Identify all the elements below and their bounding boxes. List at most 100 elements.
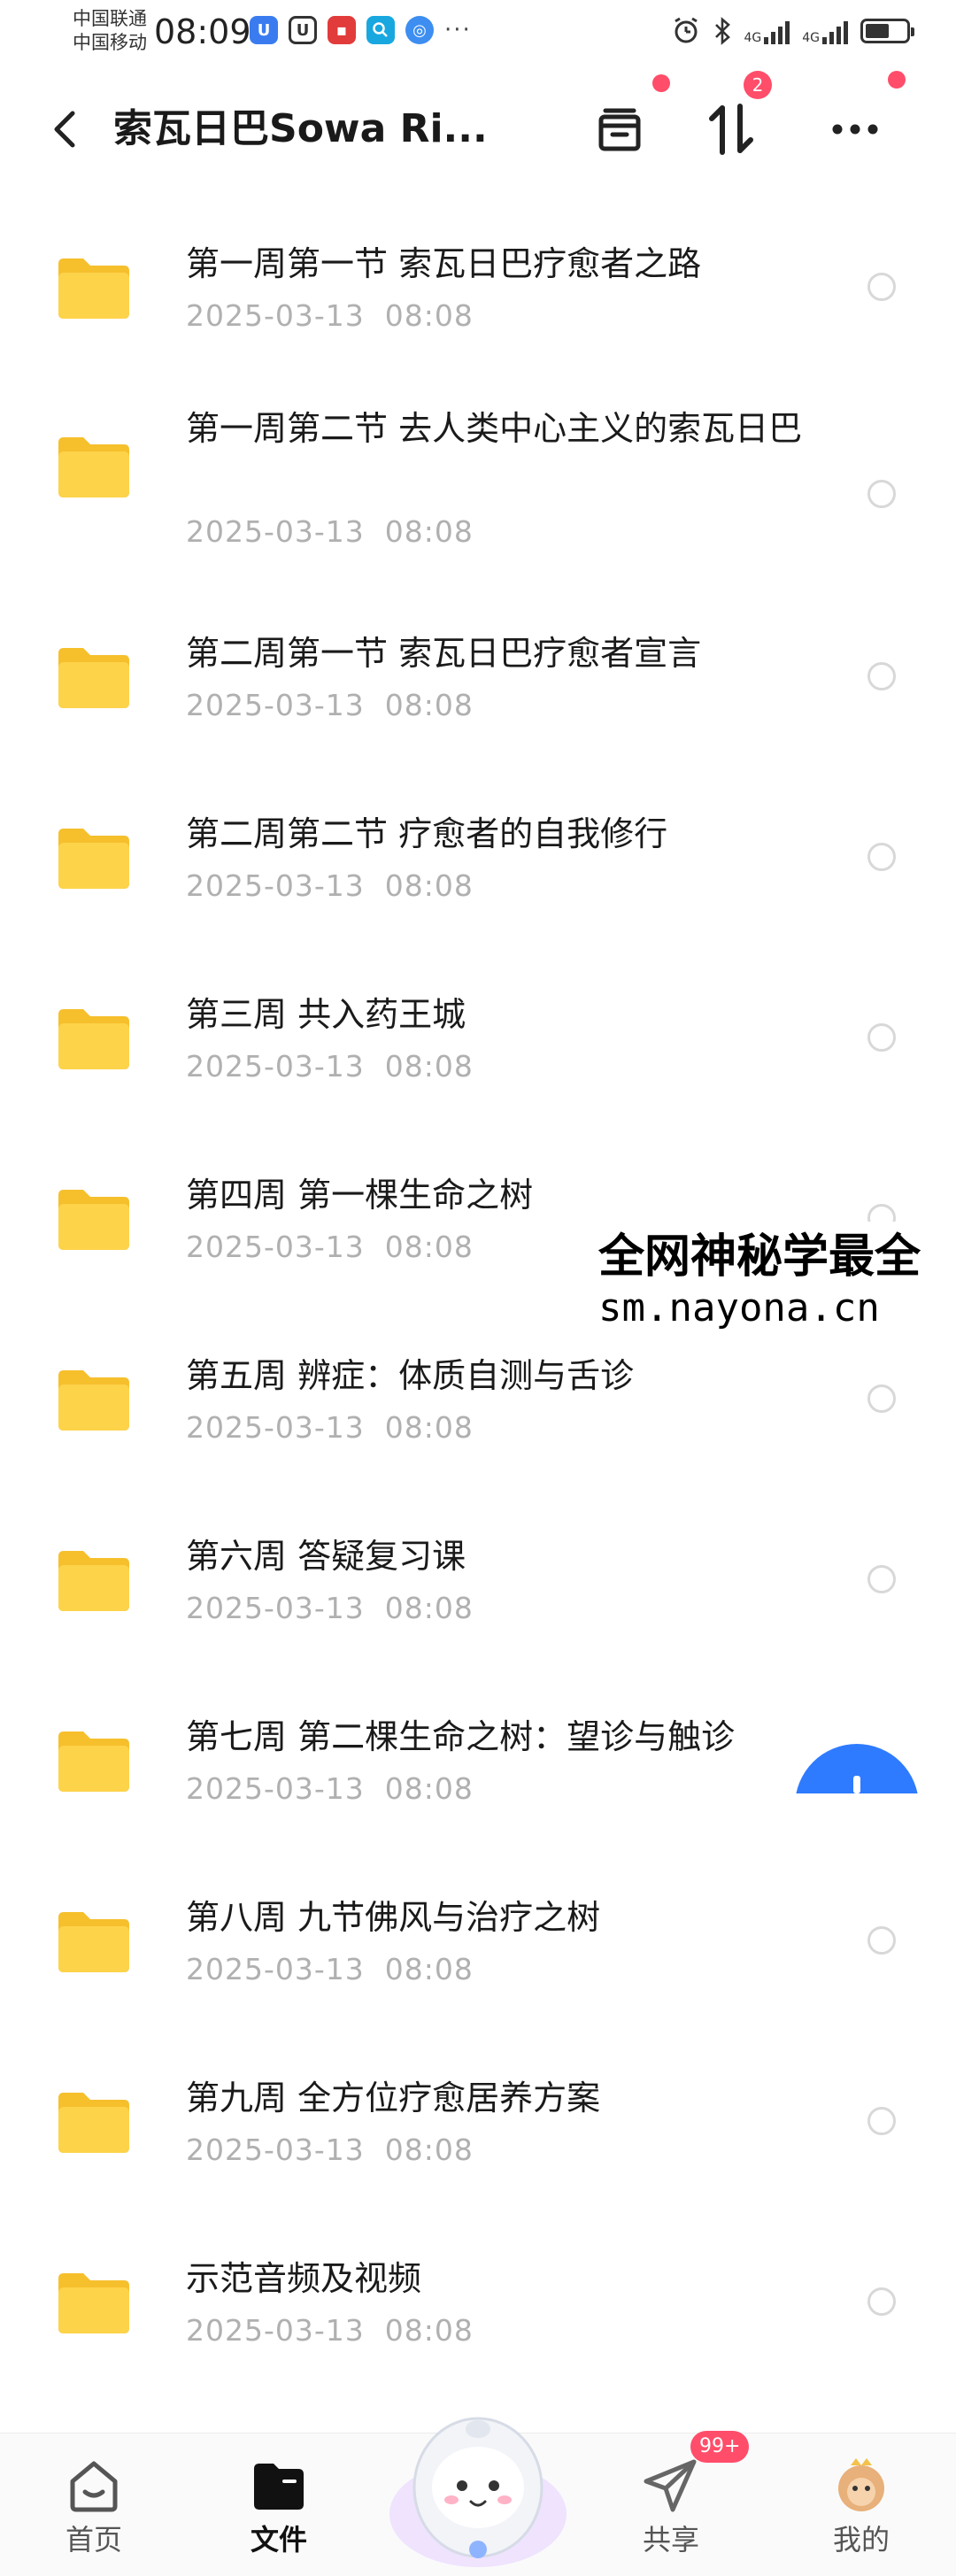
more-dots-icon: [832, 124, 878, 135]
upload-arrow-icon: [853, 1776, 860, 1793]
page-title: 索瓦日巴Sowa Ri...: [113, 106, 488, 151]
carrier-2: 中国移动: [73, 32, 147, 53]
select-radio[interactable]: [867, 480, 896, 508]
folder-icon: [58, 1370, 129, 1431]
sort-badge: 2: [744, 71, 772, 99]
file-name: 第七周 第二棵生命之树：望诊与触诊: [186, 1717, 736, 1756]
sort-arrows-icon: [709, 104, 753, 155]
app-screen: 中国联通 中国移动 08:09 U U ▪ ◎ ··· 4G 4G 索瓦日巴So…: [0, 0, 956, 2576]
file-date: 2025-03-13 08:08: [186, 514, 474, 549]
paper-plane-icon: [644, 2459, 697, 2512]
file-date: 2025-03-13 08:08: [186, 1049, 474, 1084]
file-row[interactable]: 第一周第一节 索瓦日巴疗愈者之路 2025-03-13 08:08: [0, 197, 956, 377]
title-bar: 索瓦日巴Sowa Ri... 2: [0, 71, 956, 182]
system-indicators: 4G 4G: [671, 16, 914, 46]
search-app-icon: [366, 16, 395, 44]
select-radio[interactable]: [867, 273, 896, 301]
file-row[interactable]: 第五周 辨症：体质自测与舌诊 2025-03-13 08:08: [0, 1315, 956, 1496]
file-row[interactable]: 第一周第二节 去人类中心主义的索瓦日巴 2025-03-13 08:08: [0, 377, 956, 593]
file-date: 2025-03-13 08:08: [186, 1591, 474, 1625]
file-date: 2025-03-13 08:08: [186, 298, 474, 333]
file-date: 2025-03-13 08:08: [186, 2133, 474, 2167]
signal-icon-2: 4G: [802, 18, 848, 44]
avatar-icon: [838, 2458, 884, 2511]
watermark-title: 全网神秘学最全: [598, 1230, 921, 1284]
select-radio[interactable]: [867, 2287, 896, 2316]
folder-icon: [58, 2273, 129, 2333]
file-row[interactable]: 第二周第一节 索瓦日巴疗愈者宣言 2025-03-13 08:08: [0, 593, 956, 774]
mascot-assistant-button[interactable]: [381, 2381, 575, 2576]
folder-icon: [58, 437, 129, 497]
file-row[interactable]: 第九周 全方位疗愈居养方案 2025-03-13 08:08: [0, 2038, 956, 2218]
tab-files-label: 文件: [250, 2523, 307, 2557]
folder-icon: [58, 1551, 129, 1611]
battery-icon: [860, 19, 914, 43]
file-name: 第一周第二节 去人类中心主义的索瓦日巴: [186, 409, 803, 448]
file-row[interactable]: 第二周第二节 疗愈者的自我修行 2025-03-13 08:08: [0, 774, 956, 954]
select-radio[interactable]: [867, 1926, 896, 1955]
folder-icon: [58, 258, 129, 319]
file-date: 2025-03-13 08:08: [186, 868, 474, 903]
tab-profile[interactable]: 我的: [799, 2442, 923, 2566]
alarm-icon: [675, 17, 698, 43]
folder-icon: [58, 1190, 129, 1250]
file-date: 2025-03-13 08:08: [186, 688, 474, 722]
file-row[interactable]: 第三周 共入药王城 2025-03-13 08:08: [0, 954, 956, 1135]
file-name: 第二周第二节 疗愈者的自我修行: [186, 814, 668, 853]
network-type-1: 4G: [744, 31, 762, 45]
select-radio[interactable]: [867, 1023, 896, 1052]
archive-button[interactable]: [584, 94, 655, 165]
file-name: 第六周 答疑复习课: [186, 1537, 466, 1576]
shield-app-icon: U: [289, 16, 317, 44]
floating-upload-button[interactable]: [795, 1744, 919, 1793]
folder-icon: [58, 829, 129, 889]
tab-share-label: 共享: [642, 2523, 699, 2557]
back-button[interactable]: [39, 103, 92, 156]
browser-app-icon: ◎: [405, 16, 434, 44]
file-name: 第四周 第一棵生命之树: [186, 1176, 534, 1215]
file-name: 第一周第一节 索瓦日巴疗愈者之路: [186, 244, 702, 283]
file-name: 第二周第一节 索瓦日巴疗愈者宣言: [186, 634, 702, 673]
folder-icon: [58, 648, 129, 708]
archive-notification-dot: [652, 74, 670, 92]
book-app-icon: ▪: [328, 16, 356, 44]
select-radio[interactable]: [867, 1384, 896, 1413]
tab-home[interactable]: 首页: [32, 2442, 156, 2566]
signal-icon-1: 4G: [744, 18, 790, 44]
file-name: 第五周 辨症：体质自测与舌诊: [186, 1356, 635, 1395]
notification-icons: U U ▪ ◎ ···: [250, 16, 472, 44]
share-count-badge: 99+: [690, 2431, 750, 2463]
select-radio[interactable]: [867, 2107, 896, 2135]
home-icon: [70, 2461, 118, 2512]
folder-icon: [58, 2093, 129, 2153]
more-button[interactable]: [820, 94, 890, 165]
folder-icon: [254, 2464, 304, 2510]
tab-home-label: 首页: [65, 2523, 122, 2557]
file-name: 第八周 九节佛风与治疗之树: [186, 1898, 601, 1937]
file-name: 示范音频及视频: [186, 2259, 422, 2298]
carrier-1: 中国联通: [73, 8, 147, 29]
select-radio[interactable]: [867, 843, 896, 871]
file-date: 2025-03-13 08:08: [186, 1410, 474, 1445]
file-date: 2025-03-13 08:08: [186, 1230, 474, 1264]
file-date: 2025-03-13 08:08: [186, 1771, 474, 1806]
network-type-2: 4G: [802, 31, 820, 45]
file-row[interactable]: 第六周 答疑复习课 2025-03-13 08:08: [0, 1496, 956, 1677]
folder-icon: [58, 1009, 129, 1069]
file-name: 第三周 共入药王城: [186, 995, 466, 1034]
folder-icon: [58, 1731, 129, 1792]
carrier-info: 中国联通 中国移动: [73, 7, 147, 55]
sort-button[interactable]: [696, 94, 767, 165]
file-row[interactable]: 示范音频及视频 2025-03-13 08:08: [0, 2218, 956, 2399]
select-radio[interactable]: [867, 1565, 896, 1593]
tab-files[interactable]: 文件: [217, 2442, 341, 2566]
select-radio[interactable]: [867, 662, 896, 690]
chevron-left-icon: [54, 111, 75, 148]
app-notification-icon: U: [250, 16, 278, 44]
file-name: 第九周 全方位疗愈居养方案: [186, 2079, 601, 2117]
file-row[interactable]: 第八周 九节佛风与治疗之树 2025-03-13 08:08: [0, 1857, 956, 2038]
watermark-url: sm.nayona.cn: [598, 1285, 880, 1330]
file-date: 2025-03-13 08:08: [186, 2313, 474, 2348]
watermark-overlay: 全网神秘学最全 sm.nayona.cn: [595, 1222, 956, 1337]
folder-icon: [58, 1912, 129, 1972]
